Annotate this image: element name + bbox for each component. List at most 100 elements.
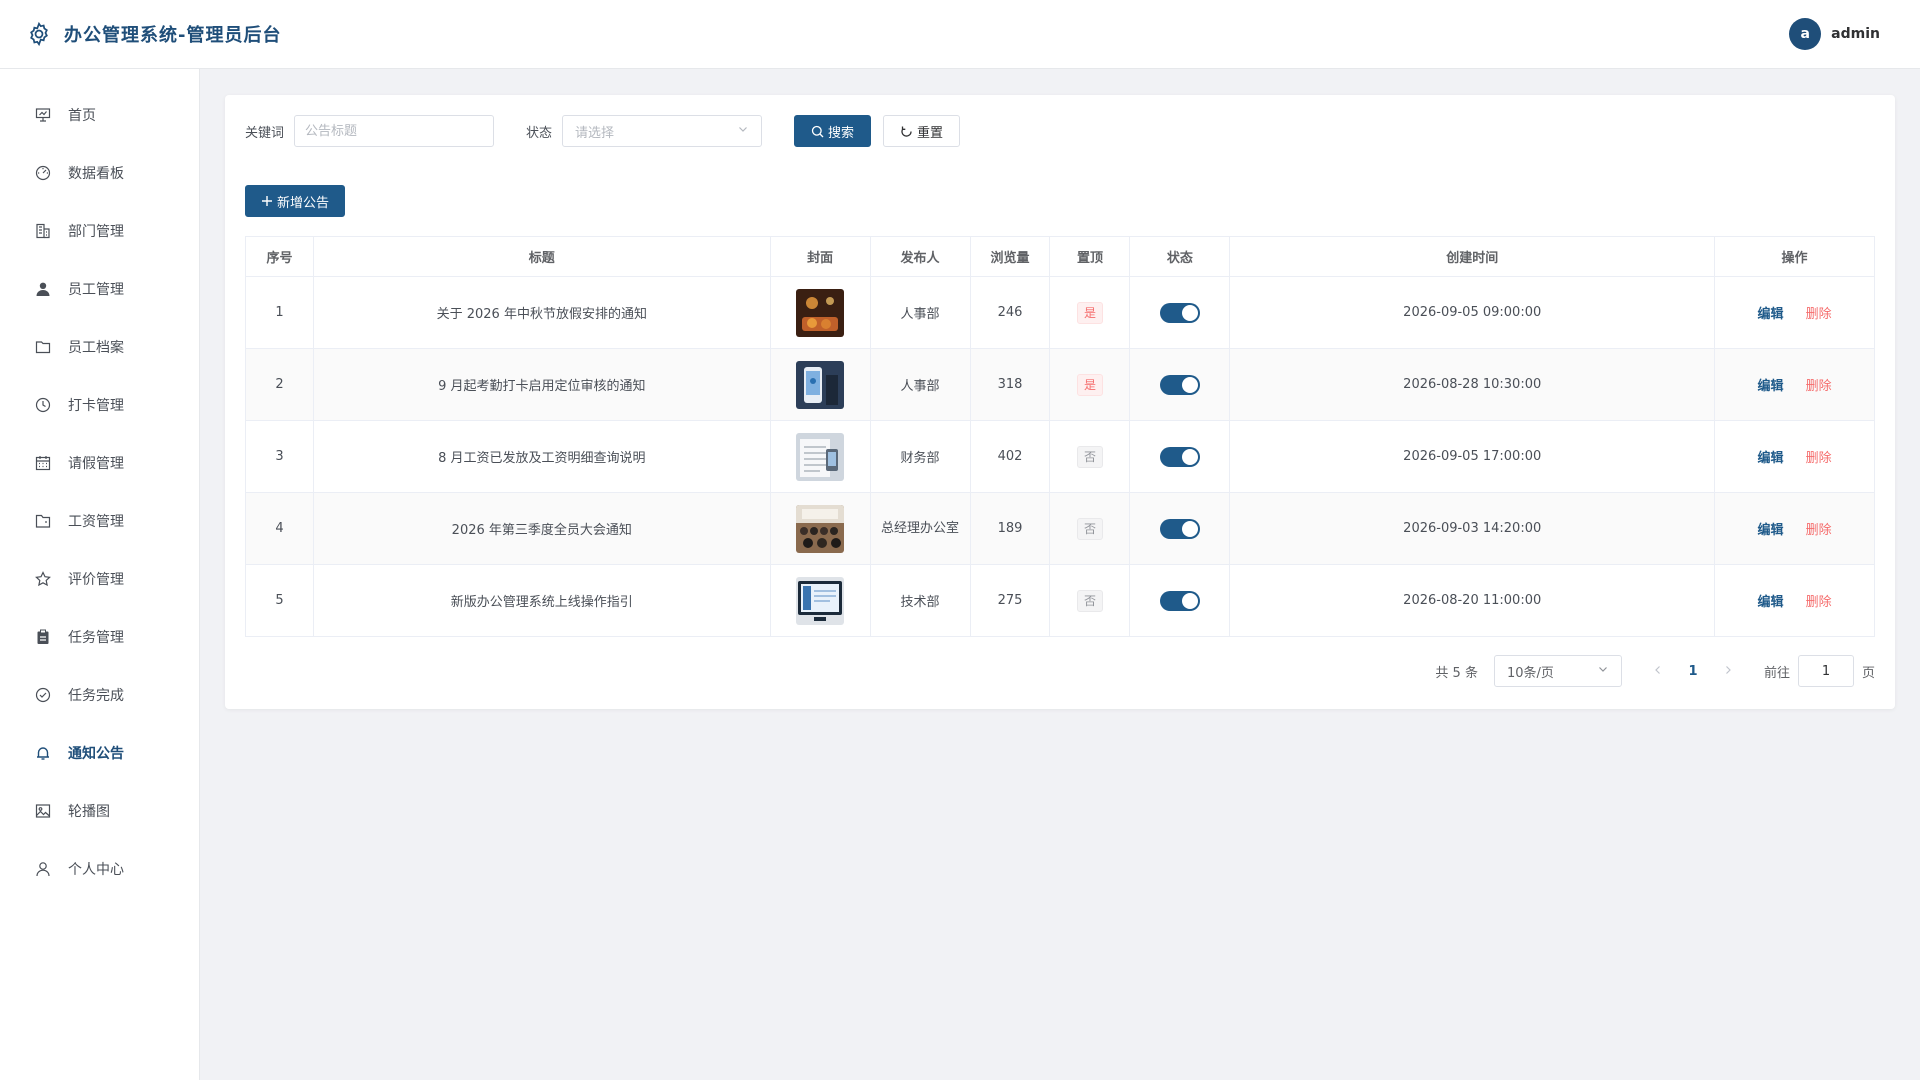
- table-row: 1 关于 2026 年中秋节放假安排的通知 人事部 246 是 2026-09-…: [245, 276, 1875, 349]
- bell-icon: [34, 744, 52, 762]
- cell-views: 189: [969, 492, 1051, 565]
- keyword-input[interactable]: [294, 115, 495, 147]
- next-page-button[interactable]: [1716, 664, 1740, 679]
- pinned-tag: 是: [1076, 301, 1103, 324]
- sidebar-item-dashboard[interactable]: 数据看板: [0, 144, 199, 202]
- page-size-select[interactable]: 10条/页: [1493, 655, 1622, 687]
- column-header: 发布人: [869, 236, 971, 277]
- edit-link[interactable]: 编辑: [1757, 307, 1783, 322]
- logo[interactable]: 办公管理系统-管理员后台: [26, 21, 281, 47]
- user-menu[interactable]: a admin: [1789, 18, 1880, 50]
- star-icon: [34, 570, 52, 588]
- edit-link[interactable]: 编辑: [1757, 595, 1783, 610]
- edit-link[interactable]: 编辑: [1757, 523, 1783, 538]
- add-notice-button[interactable]: 新增公告: [245, 185, 346, 217]
- table-header-row: 序号 标题 封面 发布人 浏览量 置顶 状态 创建时间 操作: [245, 236, 1875, 277]
- sidebar-item-salary[interactable]: 工资管理: [0, 492, 199, 550]
- wallet-icon: [34, 512, 52, 530]
- delete-link[interactable]: 删除: [1806, 307, 1832, 322]
- pinned-tag: 否: [1076, 445, 1103, 468]
- column-header: 浏览量: [969, 236, 1051, 277]
- goto-page-input[interactable]: [1797, 655, 1854, 687]
- cell-views: 246: [969, 276, 1051, 349]
- column-header: 操作: [1714, 236, 1875, 277]
- cell-index: 4: [245, 492, 314, 565]
- sidebar-item-home[interactable]: 首页: [0, 86, 199, 144]
- status-switch[interactable]: [1159, 590, 1200, 611]
- sidebar-item-archives[interactable]: 员工档案: [0, 318, 199, 376]
- cover-thumbnail[interactable]: [796, 288, 845, 337]
- sidebar-item-label: 请假管理: [68, 456, 124, 472]
- cover-thumbnail[interactable]: [796, 576, 845, 625]
- delete-link[interactable]: 删除: [1806, 595, 1832, 610]
- username[interactable]: admin: [1831, 26, 1880, 42]
- cell-publisher: 人事部: [869, 276, 971, 349]
- chevron-down-icon: [1597, 663, 1609, 679]
- delete-link[interactable]: 删除: [1806, 523, 1832, 538]
- column-header: 置顶: [1049, 236, 1131, 277]
- calendar-icon: [34, 454, 52, 472]
- refresh-icon: [900, 125, 913, 138]
- cell-title: 9 月起考勤打卡启用定位审核的通知: [312, 348, 771, 421]
- pinned-tag: 是: [1076, 373, 1103, 396]
- edit-link[interactable]: 编辑: [1757, 379, 1783, 394]
- status-label: 状态: [526, 125, 553, 141]
- page-number[interactable]: 1: [1678, 664, 1708, 679]
- pinned-tag: 否: [1076, 517, 1103, 540]
- cover-thumbnail[interactable]: [796, 360, 845, 409]
- sidebar-item-departments[interactable]: 部门管理: [0, 202, 199, 260]
- app-title: 办公管理系统-管理员后台: [64, 25, 282, 46]
- pagination-total: 共 5 条: [1435, 665, 1478, 681]
- sidebar-item-notices[interactable]: 通知公告: [0, 724, 199, 782]
- top-header: 办公管理系统-管理员后台 a admin: [0, 0, 1920, 69]
- add-notice-label: 新增公告: [277, 195, 330, 211]
- plus-icon: [261, 195, 273, 207]
- sidebar-item-label: 部门管理: [68, 224, 124, 240]
- avatar[interactable]: a: [1789, 18, 1822, 50]
- sidebar-item-attendance[interactable]: 打卡管理: [0, 376, 199, 434]
- sidebar: 首页 数据看板 部门管理 员工管理 员工档案 打卡管理 请假管理 工资管理 评价…: [0, 69, 200, 1080]
- edit-link[interactable]: 编辑: [1757, 451, 1783, 466]
- column-header: 序号: [245, 236, 314, 277]
- column-header: 标题: [312, 236, 771, 277]
- sidebar-item-label: 轮播图: [68, 804, 110, 820]
- sidebar-item-label: 任务管理: [68, 630, 124, 646]
- delete-link[interactable]: 删除: [1806, 379, 1832, 394]
- user-icon: [34, 280, 52, 298]
- sidebar-item-employees[interactable]: 员工管理: [0, 260, 199, 318]
- reset-button-label: 重置: [917, 125, 944, 141]
- chevron-down-icon: [737, 123, 749, 139]
- delete-link[interactable]: 删除: [1806, 451, 1832, 466]
- status-select[interactable]: 请选择: [562, 115, 763, 147]
- cover-thumbnail[interactable]: [796, 432, 845, 481]
- sidebar-item-label: 员工档案: [68, 340, 124, 356]
- search-button[interactable]: 搜索: [794, 115, 872, 147]
- status-switch[interactable]: [1159, 518, 1200, 539]
- status-switch[interactable]: [1159, 302, 1200, 323]
- dashboard-icon: [34, 164, 52, 182]
- sidebar-item-reviews[interactable]: 评价管理: [0, 550, 199, 608]
- cell-views: 318: [969, 348, 1051, 421]
- sidebar-item-label: 评价管理: [68, 572, 124, 588]
- status-switch[interactable]: [1159, 374, 1200, 395]
- sidebar-item-label: 个人中心: [68, 862, 124, 878]
- sidebar-item-leave[interactable]: 请假管理: [0, 434, 199, 492]
- status-switch[interactable]: [1159, 446, 1200, 467]
- presentation-icon: [34, 106, 52, 124]
- person-icon: [34, 860, 52, 878]
- notice-list-card: 关键词 状态 请选择 搜索 重置 新增公告 序号 标题 封面 发布人: [225, 95, 1895, 709]
- pagination: 共 5 条 10条/页 1 前往 页: [1435, 655, 1875, 687]
- cover-thumbnail[interactable]: [796, 504, 845, 553]
- cell-publisher: 财务部: [869, 420, 971, 493]
- sidebar-item-task-complete[interactable]: 任务完成: [0, 666, 199, 724]
- sidebar-item-carousel[interactable]: 轮播图: [0, 782, 199, 840]
- keyword-label: 关键词: [245, 125, 285, 141]
- reset-button[interactable]: 重置: [883, 115, 961, 147]
- prev-page-button[interactable]: [1646, 664, 1670, 679]
- page-size-value: 10条/页: [1506, 665, 1554, 681]
- sidebar-item-tasks[interactable]: 任务管理: [0, 608, 199, 666]
- sidebar-item-profile[interactable]: 个人中心: [0, 840, 199, 898]
- sidebar-item-label: 首页: [68, 108, 96, 124]
- cell-title: 新版办公管理系统上线操作指引: [312, 564, 771, 637]
- cell-index: 2: [245, 348, 314, 421]
